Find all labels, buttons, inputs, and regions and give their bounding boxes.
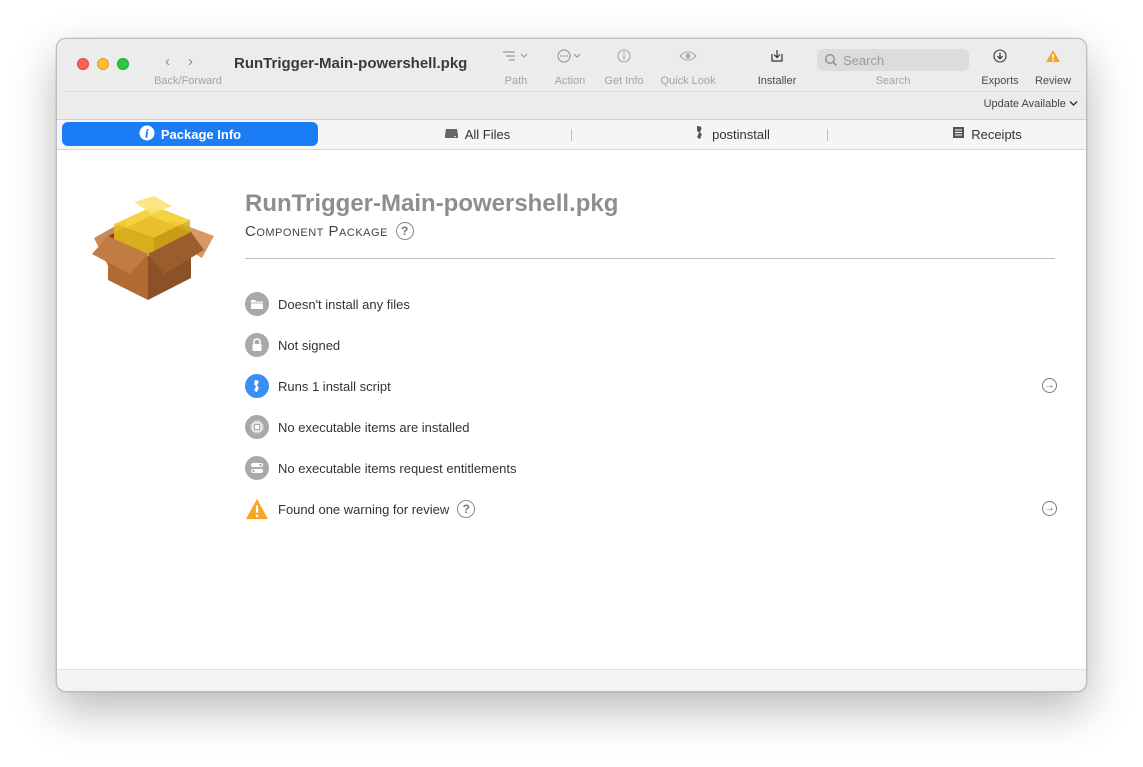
warning-icon bbox=[1031, 49, 1075, 68]
tab-receipts[interactable]: Receipts bbox=[892, 122, 1082, 146]
tab-separator bbox=[571, 129, 572, 141]
info-row-text: No executable items are installed bbox=[278, 419, 470, 435]
exports-label: Exports bbox=[981, 75, 1019, 87]
tab-label: All Files bbox=[464, 126, 511, 142]
back-forward-group: ‹ › Back/Forward bbox=[149, 49, 227, 89]
info-row-text: Doesn't install any files bbox=[278, 296, 410, 312]
get-info-button[interactable]: Get Info bbox=[600, 49, 648, 89]
arrow-right-circle-icon[interactable]: → bbox=[1042, 378, 1057, 393]
package-type: Component Package bbox=[245, 222, 388, 240]
tab-package-info[interactable]: i Package Info bbox=[62, 122, 318, 146]
package-subtitle-row: Component Package ? bbox=[245, 222, 414, 240]
ellipsis-circle-icon bbox=[547, 49, 593, 68]
drive-icon bbox=[444, 127, 459, 142]
status-bar bbox=[57, 669, 1086, 691]
help-icon[interactable]: ? bbox=[457, 500, 476, 518]
script-icon bbox=[245, 374, 269, 398]
search-field[interactable] bbox=[817, 49, 969, 71]
review-label: Review bbox=[1034, 75, 1072, 87]
zoom-button[interactable] bbox=[117, 58, 129, 70]
window-title: RunTrigger-Main-powershell.pkg bbox=[234, 55, 468, 72]
update-available-button[interactable]: Update Available bbox=[984, 98, 1078, 110]
minimize-button[interactable] bbox=[97, 58, 109, 70]
download-circle-icon bbox=[977, 49, 1023, 68]
toolbar: ‹ › Back/Forward RunTrigger-Main-powersh… bbox=[57, 39, 1086, 120]
installer-button[interactable]: Installer bbox=[749, 49, 805, 89]
toolbar-divider bbox=[63, 91, 1080, 92]
info-row-text: No executable items request entitlements bbox=[278, 460, 517, 476]
entitlements-icon bbox=[245, 456, 269, 480]
info-icon: i bbox=[139, 125, 155, 144]
folder-icon bbox=[245, 292, 269, 316]
tab-separator bbox=[827, 129, 828, 141]
chevron-right-icon[interactable]: › bbox=[188, 53, 193, 70]
quick-look-button[interactable]: Quick Look bbox=[656, 49, 720, 89]
install-tray-icon bbox=[749, 49, 805, 68]
exports-button[interactable]: Exports bbox=[977, 49, 1023, 89]
search-label: Search bbox=[875, 75, 911, 87]
script-icon bbox=[694, 125, 706, 143]
info-row-signature: Not signed bbox=[245, 332, 1057, 358]
lock-icon bbox=[245, 333, 269, 357]
search-icon bbox=[824, 53, 838, 72]
tab-label: Receipts bbox=[971, 126, 1022, 142]
header-divider bbox=[245, 258, 1055, 259]
back-forward-label: Back/Forward bbox=[154, 75, 222, 87]
help-icon[interactable]: ? bbox=[395, 222, 414, 240]
info-row-warnings[interactable]: Found one warning for review ? → bbox=[245, 496, 1057, 522]
path-button[interactable]: Path bbox=[494, 49, 538, 89]
action-button[interactable]: Action bbox=[547, 49, 593, 89]
tab-postinstall[interactable]: postinstall bbox=[637, 122, 827, 146]
info-circle-icon bbox=[600, 49, 648, 68]
update-available-label: Update Available bbox=[983, 98, 1066, 110]
path-label: Path bbox=[504, 75, 528, 87]
info-row-scripts[interactable]: Runs 1 install script → bbox=[245, 373, 1057, 399]
info-row-text: Runs 1 install script bbox=[278, 378, 391, 394]
tab-all-files[interactable]: All Files bbox=[382, 122, 572, 146]
info-row-executables: No executable items are installed bbox=[245, 414, 1057, 440]
search-input[interactable] bbox=[843, 51, 963, 69]
info-row-files: Doesn't install any files bbox=[245, 291, 1057, 317]
receipt-icon bbox=[952, 126, 965, 142]
review-button[interactable]: Review bbox=[1031, 49, 1075, 89]
app-window: ‹ › Back/Forward RunTrigger-Main-powersh… bbox=[56, 38, 1087, 692]
eye-icon bbox=[656, 49, 720, 68]
installer-label: Installer bbox=[757, 75, 797, 87]
quick-look-label: Quick Look bbox=[660, 75, 716, 87]
get-info-label: Get Info bbox=[604, 75, 644, 87]
warning-icon bbox=[245, 497, 269, 521]
path-icon bbox=[494, 49, 538, 68]
info-row-text: Not signed bbox=[278, 337, 341, 353]
arrow-right-circle-icon[interactable]: → bbox=[1042, 501, 1057, 516]
package-info-panel: RunTrigger-Main-powershell.pkg Component… bbox=[57, 150, 1086, 669]
chip-icon bbox=[245, 415, 269, 439]
chevron-down-icon bbox=[1069, 98, 1078, 110]
svg-text:i: i bbox=[145, 127, 149, 140]
close-button[interactable] bbox=[77, 58, 89, 70]
tab-label: postinstall bbox=[712, 126, 770, 142]
package-title: RunTrigger-Main-powershell.pkg bbox=[245, 190, 619, 217]
package-box-icon bbox=[86, 188, 216, 313]
info-row-entitlements: No executable items request entitlements bbox=[245, 455, 1057, 481]
action-label: Action bbox=[554, 75, 586, 87]
chevron-left-icon[interactable]: ‹ bbox=[165, 53, 170, 70]
tab-label: Package Info bbox=[160, 126, 242, 142]
tab-bar: i Package Info All Files postinstall Rec… bbox=[57, 120, 1086, 150]
info-row-text: Found one warning for review bbox=[278, 501, 450, 517]
